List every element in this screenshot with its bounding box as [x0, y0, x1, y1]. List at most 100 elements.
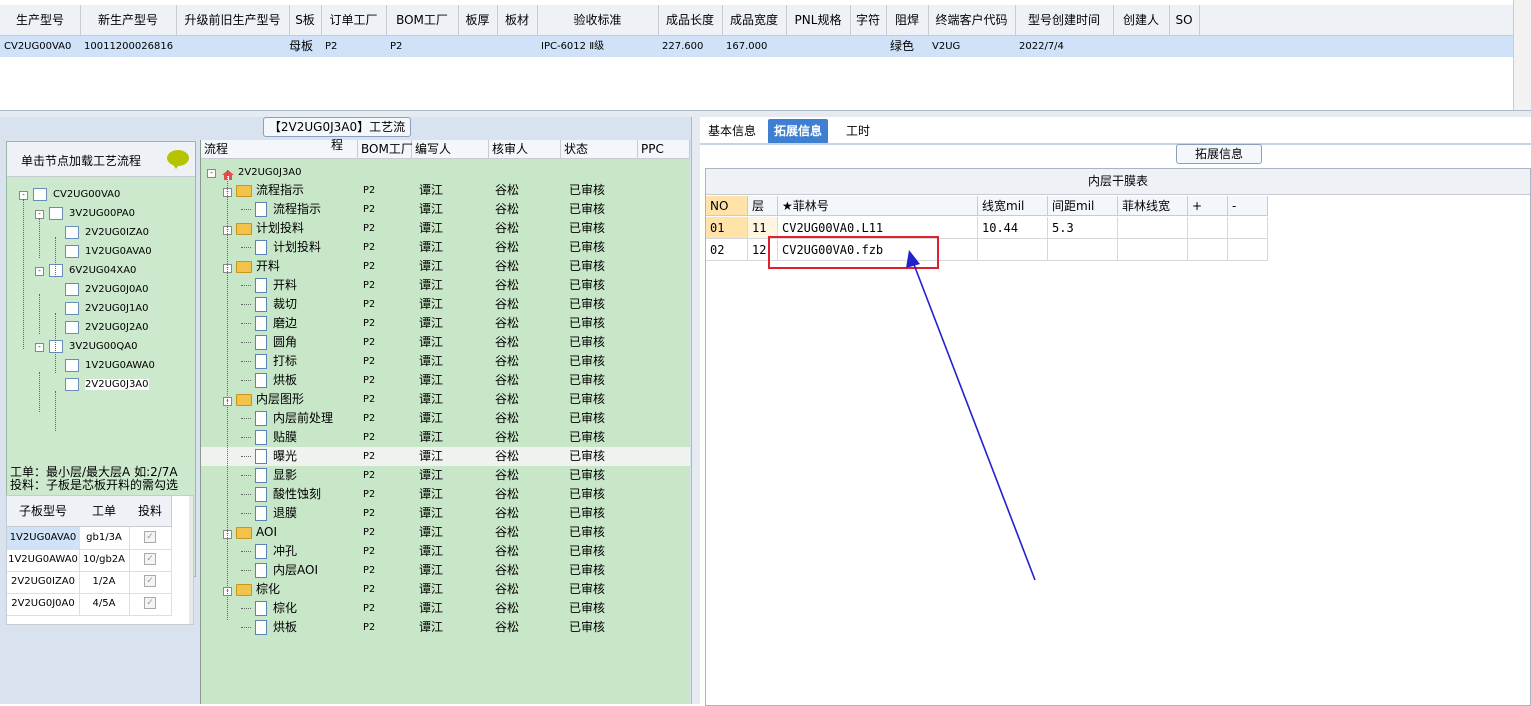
column-header[interactable]: 成品宽度	[722, 5, 787, 35]
tree-node[interactable]: 3V2UG00PA0	[49, 206, 135, 222]
process-row[interactable]: 磨边 P2 谭江 谷松 已审核	[201, 314, 690, 333]
feed-checkbox[interactable]: ✓	[144, 531, 156, 543]
column-header[interactable]: 订单工厂	[321, 5, 387, 35]
sub-grid-order[interactable]: 10/gb2A	[79, 549, 130, 572]
sub-grid-order[interactable]: 1/2A	[79, 571, 130, 594]
film-cell-spacing[interactable]	[1048, 239, 1118, 261]
film-column-header[interactable]: NO	[706, 196, 748, 216]
film-column-header[interactable]: ★菲林号	[778, 196, 978, 216]
column-header[interactable]: 生产型号	[0, 5, 81, 35]
tree-node[interactable]: 2V2UG0IZA0	[65, 225, 149, 241]
feed-checkbox[interactable]: ✓	[144, 553, 156, 565]
film-cell-film-width[interactable]	[1118, 239, 1188, 261]
tree-node[interactable]: 1V2UG0AWA0	[65, 358, 155, 374]
process-row[interactable]: - 计划投料 P2 谭江 谷松 已审核	[201, 219, 690, 238]
process-row[interactable]: - 流程指示 P2 谭江 谷松 已审核	[201, 181, 690, 200]
column-header[interactable]: 型号创建时间	[1015, 5, 1114, 35]
process-row[interactable]: 退膜 P2 谭江 谷松 已审核	[201, 504, 690, 523]
node-checkbox-icon[interactable]	[65, 301, 79, 315]
process-row[interactable]: 烘板 P2 谭江 谷松 已审核	[201, 618, 690, 637]
process-row[interactable]: - 开料 P2 谭江 谷松 已审核	[201, 257, 690, 276]
sub-grid-column-header[interactable]: 工单	[79, 496, 130, 527]
film-add-cell[interactable]	[1188, 239, 1228, 261]
column-header[interactable]: SO	[1169, 5, 1200, 35]
process-row[interactable]: 裁切 P2 谭江 谷松 已审核	[201, 295, 690, 314]
tree-node[interactable]: 2V2UG0J1A0	[65, 301, 149, 317]
node-checkbox-icon[interactable]	[49, 339, 63, 353]
column-header[interactable]: 新生产型号	[80, 5, 177, 35]
film-column-header[interactable]: -	[1228, 196, 1268, 216]
vertical-scrollbar[interactable]	[1513, 0, 1531, 110]
sub-grid-model[interactable]: 2V2UG0J0A0	[7, 593, 80, 616]
process-row[interactable]: 计划投料 P2 谭江 谷松 已审核	[201, 238, 690, 257]
sub-grid-order[interactable]: gb1/3A	[79, 527, 130, 550]
feed-checkbox[interactable]: ✓	[144, 597, 156, 609]
process-root-row[interactable]: - 2V2UG0J3A0	[201, 162, 690, 181]
column-header[interactable]: 板厚	[458, 5, 498, 35]
process-row[interactable]: 酸性蚀刻 P2 谭江 谷松 已审核	[201, 485, 690, 504]
collapse-toggle-icon[interactable]: -	[35, 343, 44, 352]
sub-grid-feed[interactable]: ✓	[129, 593, 172, 616]
process-column-header[interactable]: 状态	[561, 140, 638, 158]
column-header[interactable]: 成品长度	[658, 5, 723, 35]
process-row[interactable]: - 内层图形 P2 谭江 谷松 已审核	[201, 390, 690, 409]
process-column-header[interactable]: BOM工厂	[358, 140, 413, 158]
node-checkbox-icon[interactable]	[49, 206, 63, 220]
film-column-header[interactable]: 间距mil	[1048, 196, 1118, 216]
film-remove-cell[interactable]	[1228, 239, 1268, 261]
tab-extended-info[interactable]: 拓展信息	[768, 119, 829, 143]
tab-work-hours[interactable]: 工时	[840, 119, 876, 143]
node-checkbox-icon[interactable]	[65, 358, 79, 372]
column-header[interactable]: BOM工厂	[386, 5, 459, 35]
collapse-toggle-icon[interactable]: -	[35, 267, 44, 276]
column-header[interactable]: 验收标准	[537, 5, 659, 35]
process-column-header[interactable]: 编写人	[412, 140, 489, 158]
process-row[interactable]: - 棕化 P2 谭江 谷松 已审核	[201, 580, 690, 599]
process-row[interactable]: 内层AOI P2 谭江 谷松 已审核	[201, 561, 690, 580]
sub-grid-model[interactable]: 1V2UG0AWA0	[7, 549, 80, 572]
film-cell-no[interactable]: 01	[706, 217, 748, 239]
sub-grid-order[interactable]: 4/5A	[79, 593, 130, 616]
tree-node[interactable]: 2V2UG0J2A0	[65, 320, 149, 336]
sub-grid-feed[interactable]: ✓	[129, 571, 172, 594]
sub-grid-model[interactable]: 1V2UG0AVA0	[7, 527, 80, 550]
node-checkbox-icon[interactable]	[49, 263, 63, 277]
film-column-header[interactable]: 层	[748, 196, 778, 216]
process-row[interactable]: 曝光 P2 谭江 谷松 已审核	[201, 447, 690, 466]
process-row[interactable]: 圆角 P2 谭江 谷松 已审核	[201, 333, 690, 352]
process-row[interactable]: 烘板 P2 谭江 谷松 已审核	[201, 371, 690, 390]
process-column-header[interactable]: PPC	[638, 140, 690, 158]
tree-node[interactable]: CV2UG00VA0	[33, 187, 120, 203]
node-checkbox-icon[interactable]	[33, 187, 47, 201]
film-cell-line-width[interactable]: 10.44	[978, 217, 1048, 239]
node-checkbox-icon[interactable]	[65, 225, 79, 239]
film-column-header[interactable]: 菲林线宽	[1118, 196, 1188, 216]
process-row[interactable]: 内层前处理 P2 谭江 谷松 已审核	[201, 409, 690, 428]
node-checkbox-icon[interactable]	[65, 244, 79, 258]
sub-grid-scrollbar[interactable]	[189, 496, 193, 624]
tree-node[interactable]: 1V2UG0AVA0	[65, 244, 152, 260]
column-header[interactable]: 阻焊	[886, 5, 929, 35]
node-checkbox-icon[interactable]	[65, 377, 79, 391]
process-row[interactable]: 冲孔 P2 谭江 谷松 已审核	[201, 542, 690, 561]
process-row[interactable]: - AOI P2 谭江 谷松 已审核	[201, 523, 690, 542]
column-header[interactable]: 字符	[850, 5, 887, 35]
process-row[interactable]: 流程指示 P2 谭江 谷松 已审核	[201, 200, 690, 219]
film-column-header[interactable]: +	[1188, 196, 1228, 216]
sub-grid-feed[interactable]: ✓	[129, 549, 172, 572]
sub-grid-column-header[interactable]: 子板型号	[7, 496, 80, 527]
film-cell-line-width[interactable]	[978, 239, 1048, 261]
sub-grid-column-header[interactable]: 投料	[129, 496, 172, 527]
tree-node[interactable]: 2V2UG0J0A0	[65, 282, 149, 298]
column-header[interactable]: PNL规格	[786, 5, 851, 35]
process-row[interactable]: 开料 P2 谭江 谷松 已审核	[201, 276, 690, 295]
process-row[interactable]: 打标 P2 谭江 谷松 已审核	[201, 352, 690, 371]
collapse-toggle-icon[interactable]: -	[207, 169, 216, 178]
column-header[interactable]: 创建人	[1113, 5, 1170, 35]
column-header[interactable]: 板材	[497, 5, 538, 35]
process-row[interactable]: 棕化 P2 谭江 谷松 已审核	[201, 599, 690, 618]
film-cell-film-width[interactable]	[1118, 217, 1188, 239]
film-column-header[interactable]: 线宽mil	[978, 196, 1048, 216]
tree-node[interactable]: 3V2UG00QA0	[49, 339, 137, 355]
process-row[interactable]: 贴膜 P2 谭江 谷松 已审核	[201, 428, 690, 447]
